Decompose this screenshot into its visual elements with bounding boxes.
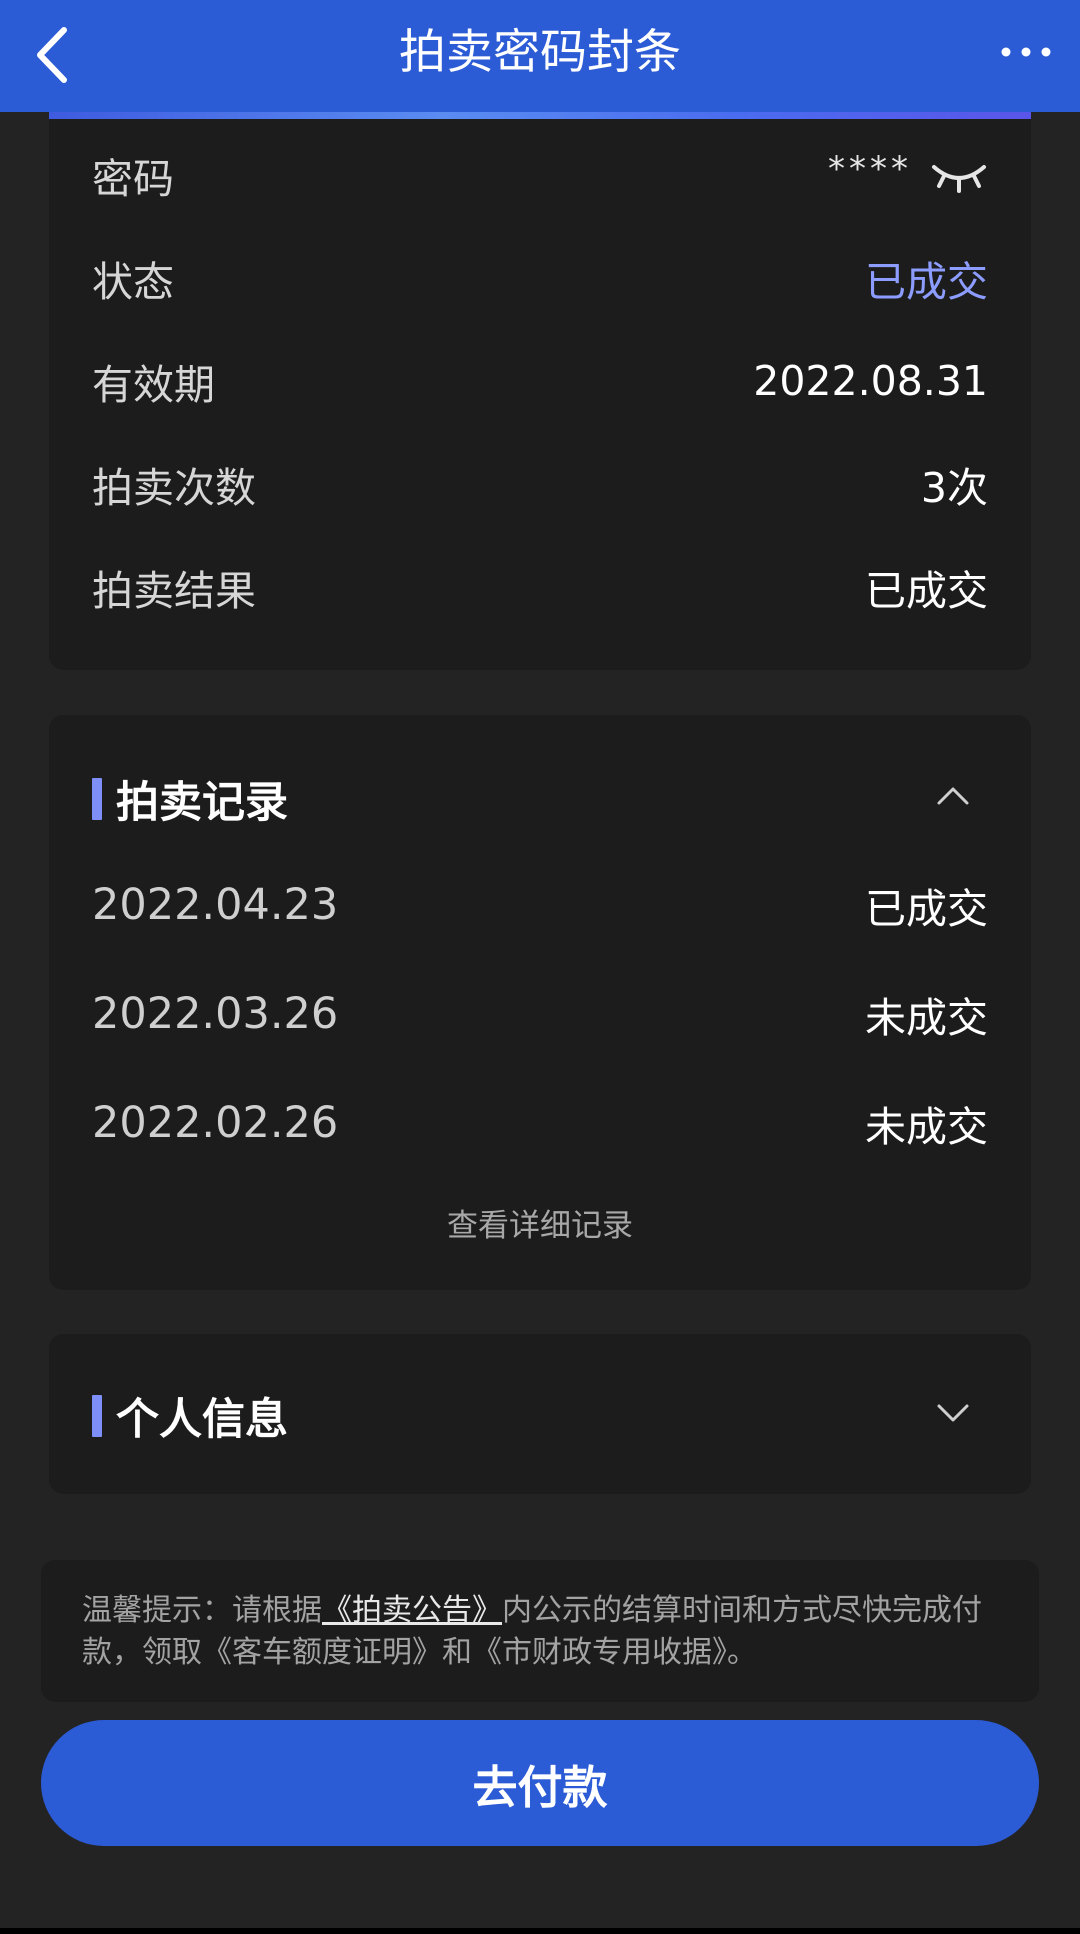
more-dots-icon[interactable] <box>998 30 1054 74</box>
record-status: 未成交 <box>865 994 988 1042</box>
password-value: **** <box>828 149 912 189</box>
personal-info-title: 个人信息 <box>116 1395 288 1445</box>
top-bar: 拍卖密码封条 <box>0 0 1080 112</box>
section-accent-bar <box>92 1395 102 1437</box>
validity-value: 2022.08.31 <box>753 357 988 405</box>
status-value: 已成交 <box>865 258 988 306</box>
page-title: 拍卖密码封条 <box>399 25 681 80</box>
chevron-down-icon[interactable] <box>936 1402 970 1424</box>
chevron-up-icon[interactable] <box>936 785 970 807</box>
validity-row: 有效期 2022.08.31 <box>92 351 988 411</box>
auction-count-row: 拍卖次数 3次 <box>92 454 988 514</box>
status-row: 状态 已成交 <box>92 248 988 308</box>
auction-count-value: 3次 <box>920 464 988 512</box>
auction-count-label: 拍卖次数 <box>92 464 256 512</box>
view-detail-records-link[interactable]: 查看详细记录 <box>0 1200 1080 1245</box>
record-date: 2022.04.23 <box>92 880 339 930</box>
record-row: 2022.03.26 未成交 <box>92 984 988 1044</box>
status-label: 状态 <box>92 258 174 306</box>
auction-result-row: 拍卖结果 已成交 <box>92 557 988 617</box>
bottom-strip <box>0 1928 1080 1934</box>
password-label: 密码 <box>92 155 174 203</box>
password-row: 密码 **** <box>92 145 988 205</box>
record-row: 2022.04.23 已成交 <box>92 875 988 935</box>
record-status: 已成交 <box>865 885 988 933</box>
auction-result-value: 已成交 <box>865 567 988 615</box>
personal-info-header[interactable]: 个人信息 <box>92 1385 288 1447</box>
record-date: 2022.03.26 <box>92 989 339 1039</box>
record-status: 未成交 <box>865 1103 988 1151</box>
accent-line <box>49 112 1031 119</box>
eye-closed-icon[interactable] <box>930 155 988 195</box>
validity-label: 有效期 <box>92 361 215 409</box>
record-date: 2022.02.26 <box>92 1098 339 1148</box>
auction-result-label: 拍卖结果 <box>92 567 256 615</box>
record-row: 2022.02.26 未成交 <box>92 1093 988 1153</box>
records-title: 拍卖记录 <box>116 778 288 828</box>
password-value-group: **** <box>828 149 988 195</box>
tip-text: 温馨提示：请根据《拍卖公告》内公示的结算时间和方式尽快完成付款，领取《客车额度证… <box>82 1590 1002 1674</box>
auction-notice-link[interactable]: 《拍卖公告》 <box>322 1593 502 1628</box>
tip-prefix: 温馨提示：请根据 <box>82 1593 322 1628</box>
section-accent-bar <box>92 778 102 820</box>
pay-button[interactable]: 去付款 <box>41 1720 1039 1846</box>
records-header[interactable]: 拍卖记录 <box>92 768 288 830</box>
